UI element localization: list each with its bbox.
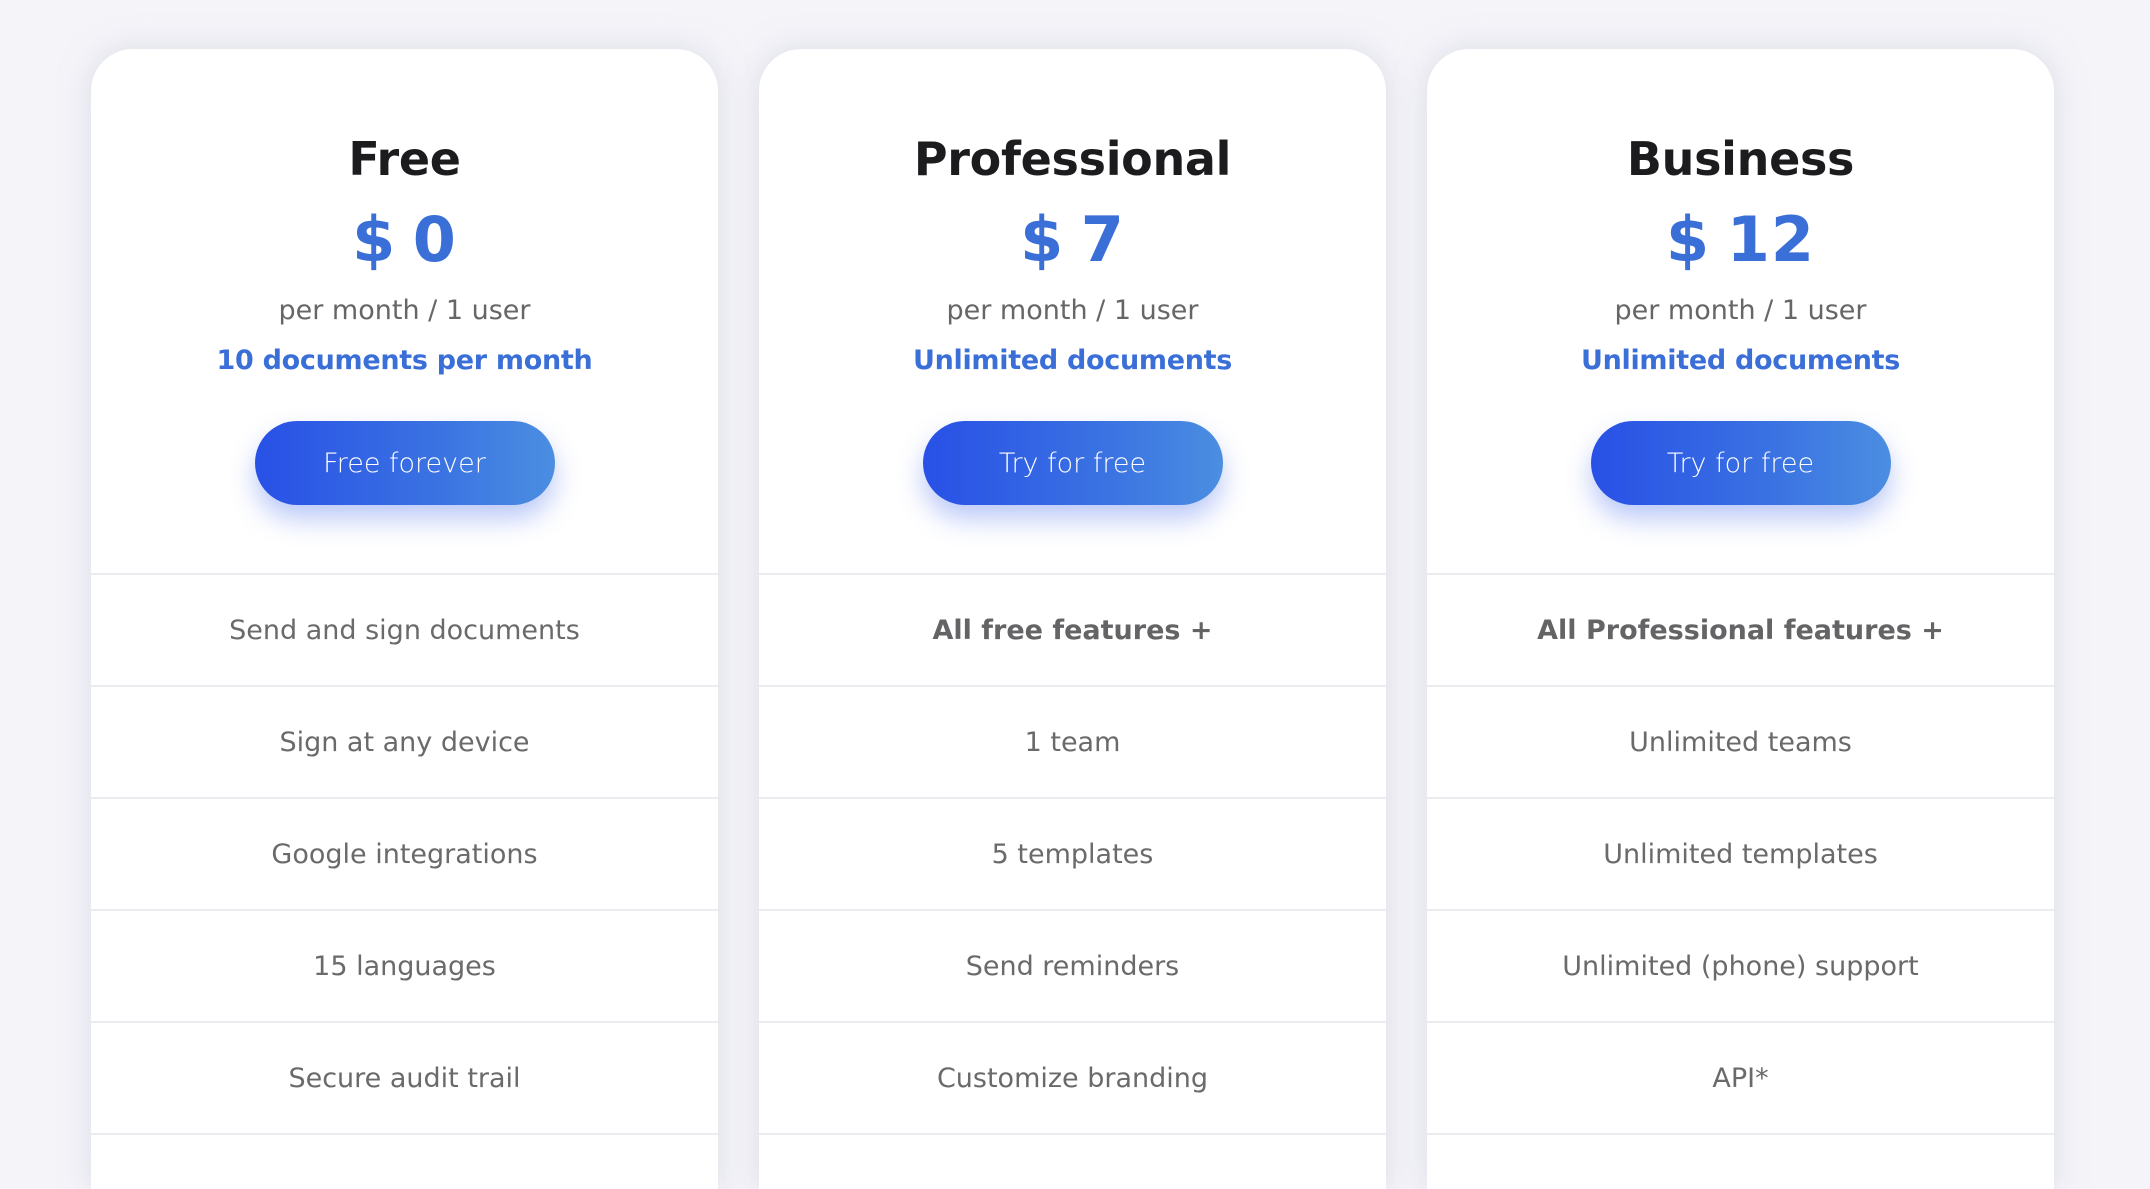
feature-item: Google integrations <box>91 799 718 911</box>
plan-period: per month / 1 user <box>946 295 1199 326</box>
plan-quota: Unlimited documents <box>1580 345 1901 376</box>
feature-item: Sign at any device <box>91 687 718 799</box>
feature-item-heading: All Professional features + <box>1427 575 2054 687</box>
feature-item: Unlimited templates <box>1427 799 2054 911</box>
plan-price: $ 0 <box>352 203 457 276</box>
feature-list: All Professional features + Unlimited te… <box>1427 575 2054 1135</box>
feature-item-heading: All free features + <box>759 575 1386 687</box>
feature-item: 15 languages <box>91 911 718 1023</box>
feature-item: Customize branding <box>759 1023 1386 1135</box>
plan-card-free: Free $ 0 per month / 1 user 10 documents… <box>91 49 718 1189</box>
feature-list: All free features + 1 team 5 templates S… <box>759 575 1386 1135</box>
plan-card-professional: Professional $ 7 per month / 1 user Unli… <box>759 49 1386 1189</box>
feature-item: 5 templates <box>759 799 1386 911</box>
feature-item: Unlimited teams <box>1427 687 2054 799</box>
feature-item: Send reminders <box>759 911 1386 1023</box>
plan-name: Professional <box>913 132 1232 186</box>
plan-period: per month / 1 user <box>278 295 531 326</box>
feature-list: Send and sign documents Sign at any devi… <box>91 575 718 1135</box>
plan-price: $ 12 <box>1665 203 1815 276</box>
plan-header: Professional $ 7 per month / 1 user Unli… <box>759 49 1386 575</box>
feature-item: 1 team <box>759 687 1386 799</box>
plan-name: Business <box>1626 132 1855 186</box>
feature-item: API* <box>1427 1023 2054 1135</box>
plan-price: $ 7 <box>1020 203 1125 276</box>
plan-period: per month / 1 user <box>1614 295 1867 326</box>
plan-header: Business $ 12 per month / 1 user Unlimit… <box>1427 49 2054 575</box>
plan-card-business: Business $ 12 per month / 1 user Unlimit… <box>1427 49 2054 1189</box>
feature-item: Secure audit trail <box>91 1023 718 1135</box>
feature-item: Send and sign documents <box>91 575 718 687</box>
plan-header: Free $ 0 per month / 1 user 10 documents… <box>91 49 718 575</box>
try-for-free-professional-button[interactable]: Try for free <box>922 421 1223 505</box>
plan-name: Free <box>348 132 461 186</box>
plan-quota: 10 documents per month <box>216 345 593 376</box>
free-forever-button[interactable]: Free forever <box>254 421 555 505</box>
plan-quota: Unlimited documents <box>912 345 1233 376</box>
feature-item: Unlimited (phone) support <box>1427 911 2054 1023</box>
try-for-free-business-button[interactable]: Try for free <box>1590 421 1891 505</box>
pricing-plans: Free $ 0 per month / 1 user 10 documents… <box>91 49 2054 1189</box>
